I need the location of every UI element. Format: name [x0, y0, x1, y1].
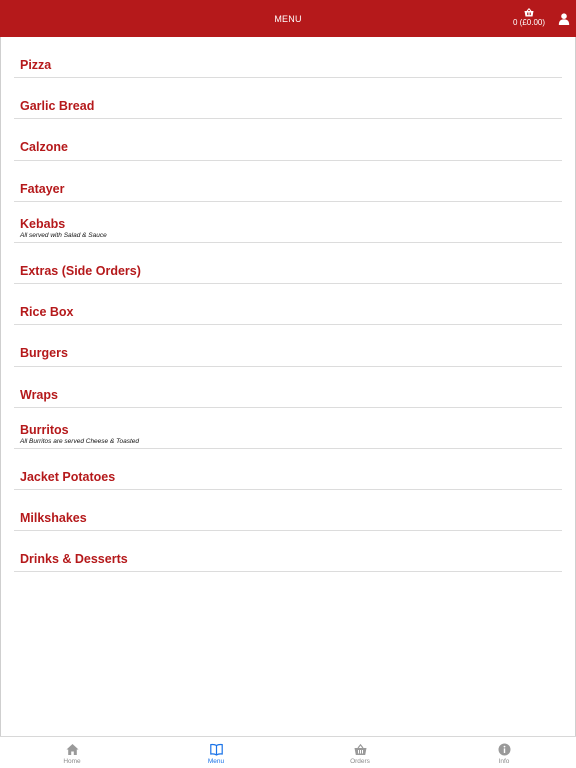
menu-category-label: Calzone: [20, 140, 68, 155]
tab-orders-label: Orders: [350, 758, 370, 765]
menu-content: Pizza Garlic Bread Calzone Fatayer Kebabs All…: [0, 37, 576, 736]
menu-category-label: Rice Box: [20, 305, 74, 320]
user-icon[interactable]: [558, 13, 570, 25]
tab-info-label: Info: [498, 758, 510, 765]
menu-category-item[interactable]: Jacket Potatoes: [14, 449, 562, 491]
tab-menu-label: Menu: [207, 758, 225, 765]
menu-category-item[interactable]: Burritos All Burritos are served Cheese &…: [14, 408, 562, 449]
menu-category-item[interactable]: Kebabs All served with Salad & Sauce: [14, 202, 562, 243]
menu-category-label: Drinks & Desserts: [20, 552, 128, 567]
tab-home[interactable]: Home: [0, 737, 144, 768]
menu-category-label: Wraps: [20, 387, 58, 402]
basket-total: 0 (£0.00): [512, 18, 546, 27]
basket-icon: [354, 743, 366, 755]
menu-category-list: Pizza Garlic Bread Calzone Fatayer Kebabs All…: [14, 37, 562, 573]
menu-category-label: Extras (Side Orders): [20, 263, 141, 278]
menu-category-label: Kebabs: [20, 216, 66, 231]
menu-category-item[interactable]: Calzone: [14, 119, 562, 161]
menu-category-item[interactable]: Wraps: [14, 367, 562, 408]
tab-home-label: Home: [63, 758, 81, 765]
menu-category-item[interactable]: Burgers: [14, 325, 562, 367]
menu-category-label: Garlic Bread: [20, 99, 95, 114]
basket-button[interactable]: 0 (£0.00): [511, 8, 547, 28]
menu-category-item[interactable]: Milkshakes: [14, 490, 562, 532]
menu-category-label: Pizza: [20, 58, 52, 72]
menu-category-label: Fatayer: [20, 181, 65, 196]
menu-category-item[interactable]: Drinks & Desserts: [14, 531, 562, 573]
menu-category-item[interactable]: Garlic Bread: [14, 78, 562, 120]
home-icon: [66, 744, 78, 755]
menu-category-item[interactable]: Extras (Side Orders): [14, 243, 562, 285]
menu-category-label: Milkshakes: [20, 511, 87, 526]
menu-category-label: Burritos: [20, 422, 69, 437]
tab-info[interactable]: Info: [432, 737, 576, 768]
tab-orders[interactable]: Orders: [288, 737, 432, 768]
basket-icon: [524, 8, 534, 17]
info-icon: [498, 743, 510, 756]
menu-category-label: Burgers: [20, 346, 68, 361]
menu-category-subtitle: All Burritos are served Cheese & Toasted: [20, 437, 139, 445]
bottom-tab-bar: Home Menu Orders Info: [0, 736, 576, 768]
app-header: MENU 0 (£0.00): [0, 0, 576, 37]
menu-category-item[interactable]: Fatayer: [14, 161, 562, 202]
menu-category-label: Jacket Potatoes: [20, 469, 116, 484]
menu-category-item[interactable]: Rice Box: [14, 284, 562, 326]
tab-menu[interactable]: Menu: [144, 737, 288, 768]
menu-category-subtitle: All served with Salad & Sauce: [20, 231, 107, 239]
menu-category-item[interactable]: Pizza: [14, 37, 562, 79]
book-icon: [209, 743, 223, 756]
page-title: MENU: [274, 14, 302, 24]
